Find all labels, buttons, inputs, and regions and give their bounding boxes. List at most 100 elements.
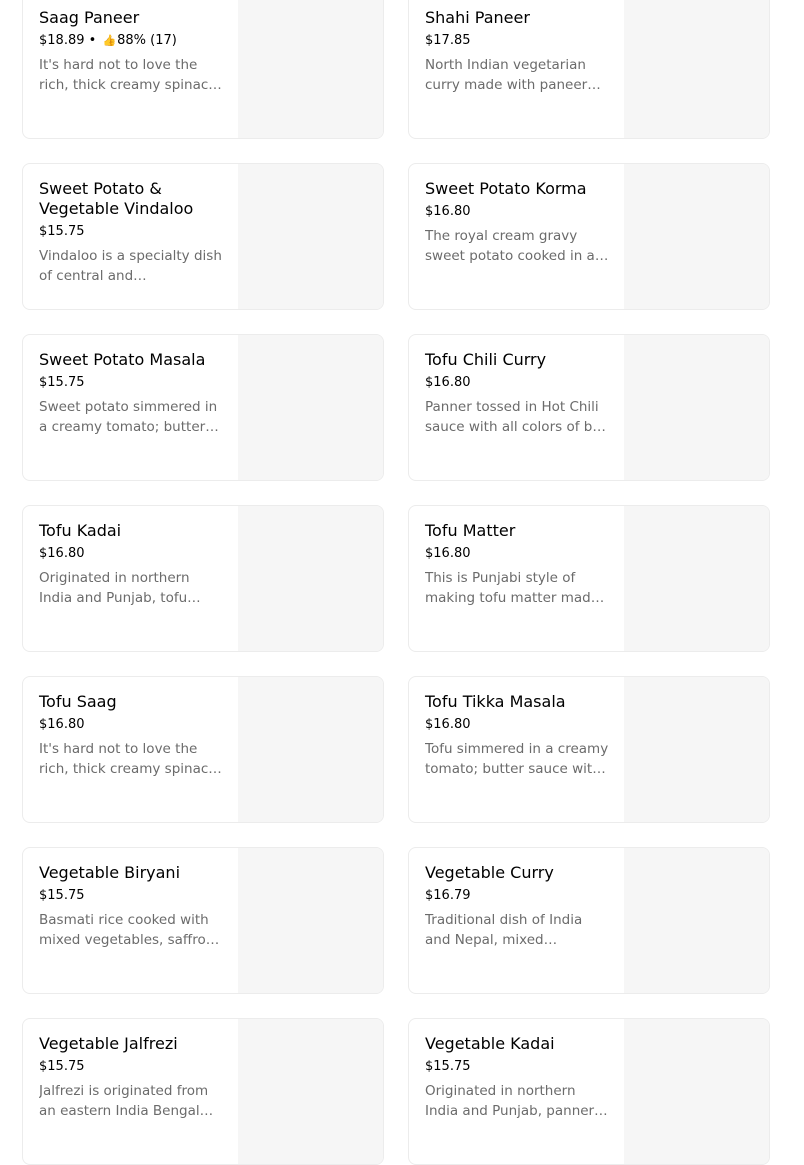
menu-item-saag-paneer[interactable]: Saag Paneer $18.89 • 👍88% (17) It's hard…: [22, 0, 384, 139]
menu-item-text: Vegetable Kadai $15.75 Originated in nor…: [425, 1019, 609, 1121]
menu-item-text: Saag Paneer $18.89 • 👍88% (17) It's hard…: [39, 0, 223, 95]
menu-item-image: [624, 677, 769, 822]
menu-item-name: Tofu Tikka Masala: [425, 692, 566, 711]
menu-item-description: This is Punjabi style of making tofu mat…: [425, 570, 600, 606]
menu-item-price: $15.75: [39, 375, 85, 390]
menu-item-name: Sweet Potato Masala: [39, 350, 206, 369]
menu-item-price: $16.80: [425, 204, 471, 219]
menu-item-description: North Indian vegetarian curry made with …: [425, 57, 588, 93]
menu-item-name: Vegetable Curry: [425, 863, 554, 882]
menu-item-name: Tofu Kadai: [39, 521, 122, 540]
menu-item-description: It's hard not to love the rich, thick cr…: [39, 57, 217, 93]
menu-item-image: [238, 848, 383, 993]
menu-item-price: $17.85: [425, 33, 471, 48]
rating-text: 88% (17): [117, 33, 177, 48]
menu-item-meta: $16.80: [425, 374, 609, 392]
menu-item-text: Tofu Matter $16.80 This is Punjabi style…: [425, 506, 609, 608]
menu-item-image: [238, 335, 383, 480]
menu-item-image: [238, 164, 383, 309]
menu-item-image: [624, 0, 769, 138]
menu-item-meta: $17.85: [425, 32, 609, 50]
menu-item-description: Vindaloo is a specialty dish of central …: [39, 248, 222, 284]
menu-item-name: Sweet Potato Korma: [425, 179, 587, 198]
menu-item-text: Tofu Chili Curry $16.80 Panner tossed in…: [425, 335, 609, 437]
menu-item-description: Tofu simmered in a creamy tomato; butter…: [425, 741, 609, 777]
menu-item-description: Originated in northern India and Punjab,…: [39, 570, 190, 606]
menu-item-meta: $15.75: [39, 374, 223, 392]
menu-item-meta: $15.75: [425, 1058, 609, 1076]
menu-item-meta: $15.75: [39, 223, 223, 241]
menu-item-price: $16.80: [39, 717, 85, 732]
menu-item-sweet-potato-masala[interactable]: Sweet Potato Masala $15.75 Sweet potato …: [22, 334, 384, 481]
menu-item-description: The royal cream gravy sweet potato cooke…: [425, 228, 595, 264]
menu-item-vegetable-kadai[interactable]: Vegetable Kadai $15.75 Originated in nor…: [408, 1018, 770, 1165]
menu-item-text: Vegetable Biryani $15.75 Basmati rice co…: [39, 848, 223, 950]
thumbs-up-icon: 👍: [102, 34, 117, 47]
menu-item-meta: $16.80: [39, 716, 223, 734]
menu-item-name: Shahi Paneer: [425, 8, 530, 27]
menu-item-vegetable-curry[interactable]: Vegetable Curry $16.79 Traditional dish …: [408, 847, 770, 994]
menu-item-description: It's hard not to love the rich, thick cr…: [39, 741, 222, 777]
menu-item-image: [624, 164, 769, 309]
menu-item-meta: $16.80: [425, 716, 609, 734]
menu-item-text: Vegetable Curry $16.79 Traditional dish …: [425, 848, 609, 950]
menu-item-image: [624, 506, 769, 651]
menu-item-description: Traditional dish of India and Nepal, mix…: [425, 912, 583, 948]
menu-item-meta: $16.80: [39, 545, 223, 563]
menu-item-meta: $16.80: [425, 545, 609, 563]
menu-item-image: [238, 677, 383, 822]
menu-item-price: $16.80: [425, 375, 471, 390]
menu-item-rating: • 👍88% (17): [84, 33, 177, 48]
menu-item-description: Panner tossed in Hot Chili sauce with al…: [425, 399, 609, 435]
menu-item-text: Tofu Tikka Masala $16.80 Tofu simmered i…: [425, 677, 609, 779]
menu-item-description: Jalfrezi is originated from an eastern I…: [39, 1083, 209, 1119]
menu-item-image: [238, 0, 383, 138]
menu-item-meta: $15.75: [39, 887, 223, 905]
menu-item-image: [624, 848, 769, 993]
menu-item-text: Vegetable Jalfrezi $15.75 Jalfrezi is or…: [39, 1019, 223, 1121]
menu-item-text: Sweet Potato & Vegetable Vindaloo $15.75…: [39, 164, 223, 286]
menu-item-description: Sweet potato simmered in a creamy tomato…: [39, 399, 218, 435]
menu-item-price: $15.75: [39, 1059, 85, 1074]
menu-item-image: [238, 1019, 383, 1164]
menu-item-tofu-kadai[interactable]: Tofu Kadai $16.80 Originated in northern…: [22, 505, 384, 652]
menu-item-price: $16.79: [425, 888, 471, 903]
menu-grid: Saag Paneer $18.89 • 👍88% (17) It's hard…: [0, 0, 804, 1165]
menu-item-name: Tofu Saag: [39, 692, 117, 711]
menu-item-shahi-paneer[interactable]: Shahi Paneer $17.85 North Indian vegetar…: [408, 0, 770, 139]
menu-item-name: Vegetable Biryani: [39, 863, 181, 882]
menu-item-tofu-chili-curry[interactable]: Tofu Chili Curry $16.80 Panner tossed in…: [408, 334, 770, 481]
menu-item-price: $15.75: [39, 888, 85, 903]
menu-item-name: Vegetable Kadai: [425, 1034, 555, 1053]
menu-item-price: $16.80: [39, 546, 85, 561]
menu-item-vegetable-jalfrezi[interactable]: Vegetable Jalfrezi $15.75 Jalfrezi is or…: [22, 1018, 384, 1165]
menu-item-text: Shahi Paneer $17.85 North Indian vegetar…: [425, 0, 609, 95]
menu-item-sweet-potato-korma[interactable]: Sweet Potato Korma $16.80 The royal crea…: [408, 163, 770, 310]
menu-item-name: Vegetable Jalfrezi: [39, 1034, 178, 1053]
menu-item-meta: $16.80: [425, 203, 609, 221]
menu-item-meta: $16.79: [425, 887, 609, 905]
menu-item-price: $15.75: [425, 1059, 471, 1074]
menu-item-tofu-tikka-masala[interactable]: Tofu Tikka Masala $16.80 Tofu simmered i…: [408, 676, 770, 823]
menu-item-tofu-matter[interactable]: Tofu Matter $16.80 This is Punjabi style…: [408, 505, 770, 652]
menu-item-meta: $18.89 • 👍88% (17): [39, 32, 223, 50]
menu-item-text: Sweet Potato Korma $16.80 The royal crea…: [425, 164, 609, 266]
menu-item-sweet-potato-vegetable-vindaloo[interactable]: Sweet Potato & Vegetable Vindaloo $15.75…: [22, 163, 384, 310]
menu-item-vegetable-biryani[interactable]: Vegetable Biryani $15.75 Basmati rice co…: [22, 847, 384, 994]
menu-item-text: Tofu Kadai $16.80 Originated in northern…: [39, 506, 223, 608]
menu-item-image: [238, 506, 383, 651]
menu-item-image: [624, 335, 769, 480]
menu-item-name: Tofu Chili Curry: [425, 350, 547, 369]
menu-item-name: Tofu Matter: [425, 521, 516, 540]
menu-item-price: $16.80: [425, 717, 471, 732]
menu-item-name: Saag Paneer: [39, 8, 140, 27]
menu-item-tofu-saag[interactable]: Tofu Saag $16.80 It's hard not to love t…: [22, 676, 384, 823]
menu-item-description: Originated in northern India and Punjab,…: [425, 1083, 595, 1119]
menu-item-description: Basmati rice cooked with mixed vegetable…: [39, 912, 219, 948]
menu-item-text: Tofu Saag $16.80 It's hard not to love t…: [39, 677, 223, 779]
menu-item-price: $16.80: [425, 546, 471, 561]
menu-item-price: $18.89: [39, 33, 85, 48]
menu-item-name: Sweet Potato & Vegetable Vindaloo: [39, 179, 194, 218]
menu-item-price: $15.75: [39, 224, 85, 239]
menu-item-image: [624, 1019, 769, 1164]
